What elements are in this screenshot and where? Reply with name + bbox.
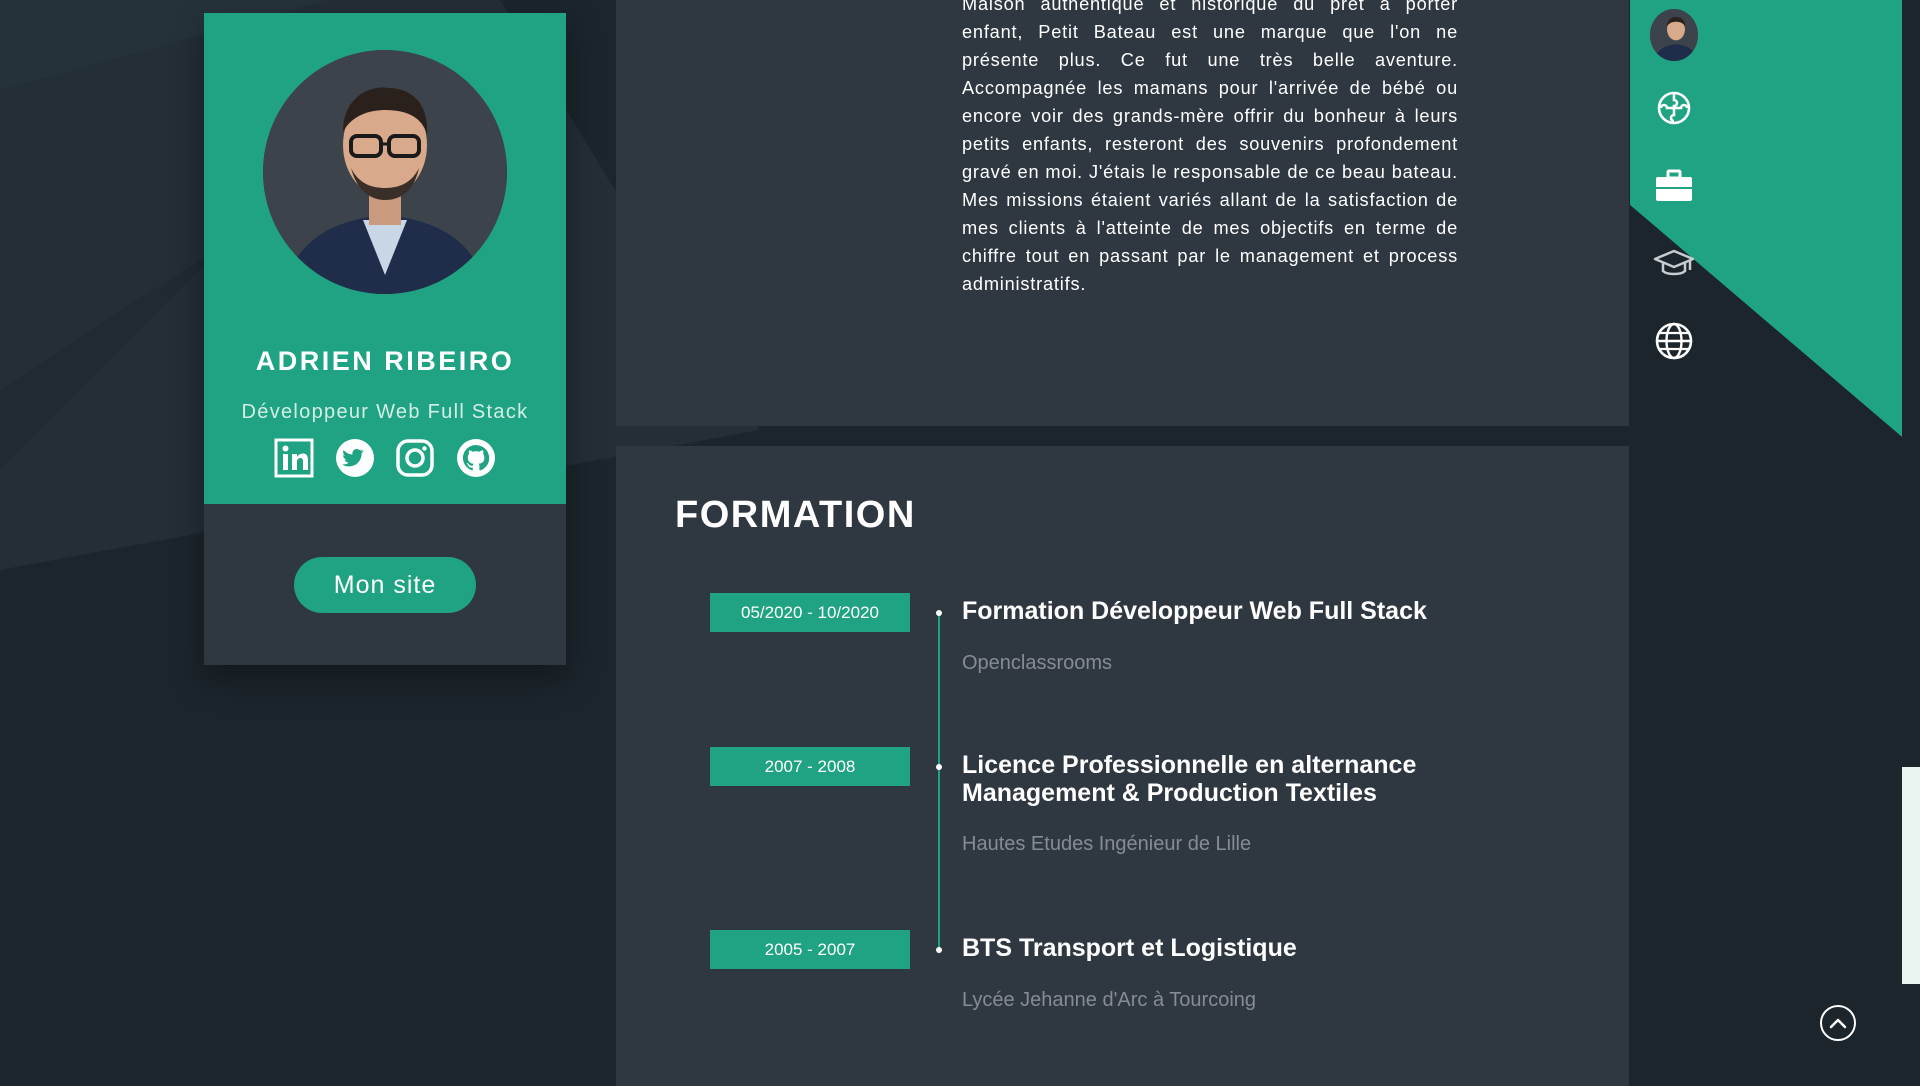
formation-panel: FORMATION 05/2020 - 10/2020 Formation Dé… <box>616 446 1629 1086</box>
entry-school: Hautes Etudes Ingénieur de Lille <box>962 833 1252 855</box>
social-links <box>274 438 496 480</box>
avatar <box>1650 9 1698 61</box>
scroll-to-top-button[interactable] <box>1820 1005 1856 1041</box>
graduation-cap-icon[interactable] <box>1650 239 1698 287</box>
github-icon[interactable] <box>456 438 496 478</box>
linkedin-icon[interactable] <box>274 438 314 478</box>
timeline-line <box>938 611 940 951</box>
timeline-dot <box>936 764 942 770</box>
entry-title: BTS Transport et Logistique <box>962 934 1297 962</box>
entry-title: Licence Professionnelle en alternance Ma… <box>962 751 1417 807</box>
timeline-dot <box>936 947 942 953</box>
profile-card: ADRIEN RIBEIRO Développeur Web Full Stac… <box>204 13 566 665</box>
nav-profile[interactable] <box>1650 9 1698 61</box>
puzzle-icon[interactable] <box>1650 84 1698 132</box>
entry-title: Formation Développeur Web Full Stack <box>962 597 1427 625</box>
entry-school: Lycée Jehanne d'Arc à Tourcoing <box>962 989 1257 1011</box>
instagram-icon[interactable] <box>395 438 435 478</box>
date-badge: 2007 - 2008 <box>710 747 910 786</box>
section-title: FORMATION <box>675 494 916 536</box>
entry-school: Openclassrooms <box>962 652 1113 674</box>
profile-header: ADRIEN RIBEIRO Développeur Web Full Stac… <box>204 13 566 504</box>
date-badge: 05/2020 - 10/2020 <box>710 593 910 632</box>
globe-icon[interactable] <box>1650 317 1698 365</box>
scrollbar-thumb[interactable] <box>1902 767 1920 984</box>
avatar-portrait-icon <box>263 50 507 294</box>
experience-panel: Maison authentique et historique du prêt… <box>616 0 1629 426</box>
experience-description: Maison authentique et historique du prêt… <box>962 0 1458 294</box>
avatar <box>263 50 507 294</box>
side-nav <box>1628 0 1920 1080</box>
timeline-dot <box>936 610 942 616</box>
twitter-icon[interactable] <box>335 438 375 478</box>
briefcase-icon[interactable] <box>1650 161 1698 209</box>
profile-name: ADRIEN RIBEIRO <box>255 346 515 376</box>
profile-role: Développeur Web Full Stack <box>241 401 529 423</box>
chevron-up-icon <box>1829 1018 1847 1029</box>
my-site-button[interactable]: Mon site <box>294 557 476 613</box>
date-badge: 2005 - 2007 <box>710 930 910 969</box>
